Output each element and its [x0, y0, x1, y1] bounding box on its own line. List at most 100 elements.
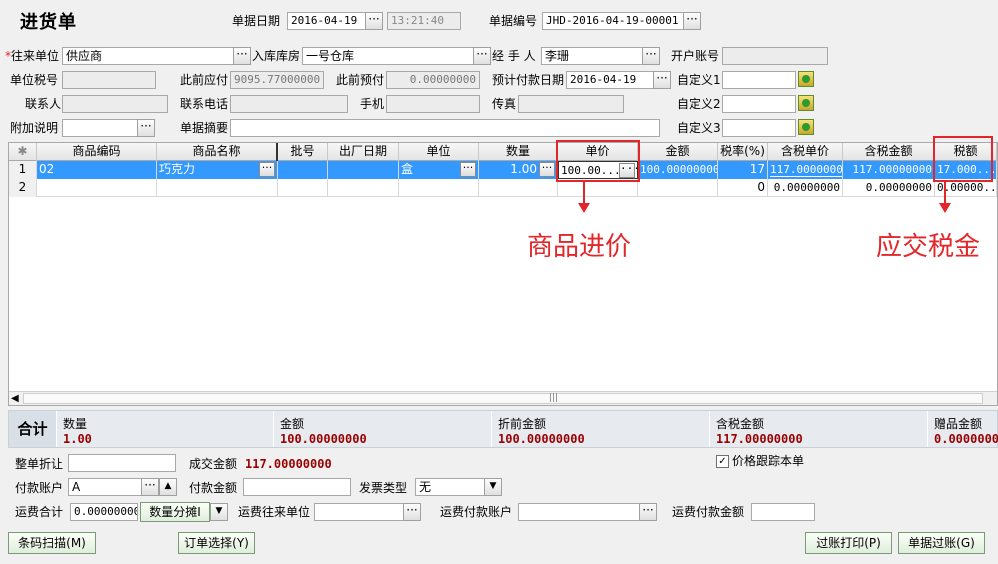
scroll-left-arrow-icon[interactable]: ◀: [11, 392, 19, 405]
custom3-picker-icon[interactable]: [798, 119, 814, 135]
date-field[interactable]: 2016-04-19: [287, 12, 367, 30]
fax-field: [518, 95, 624, 113]
post-print-button[interactable]: 过账打印(P): [805, 532, 892, 554]
col-header-amount[interactable]: 金额: [638, 143, 718, 161]
horizontal-scrollbar[interactable]: ◀ |||: [9, 391, 997, 405]
freight-pay-amount-label: 运费付款金额: [672, 505, 745, 519]
docno-field[interactable]: JHD-2016-04-19-00001: [542, 12, 684, 30]
table-row[interactable]: 1 02 巧克力 ··· 盒 ··· 1.00 ··· 100.00... ··· 10…: [9, 161, 997, 179]
cell-mfg-date[interactable]: [328, 179, 399, 197]
freight-unit-button[interactable]: ···: [403, 503, 421, 521]
scroll-thumb[interactable]: [23, 393, 983, 404]
freight-pay-account-button[interactable]: ···: [639, 503, 657, 521]
pay-date-label: 预计付款日期: [492, 73, 565, 87]
summary-label: 单据摘要: [180, 121, 229, 135]
discount-field[interactable]: [68, 454, 176, 472]
supplier-label-text: 往来单位: [11, 49, 60, 63]
table-row[interactable]: 2 0 0.00000000 0.00000000 0.00000...: [9, 179, 997, 197]
cell-amount[interactable]: 100.00000000: [638, 161, 718, 179]
order-select-button[interactable]: 订单选择(Y): [178, 532, 255, 554]
note-button[interactable]: ···: [137, 119, 155, 137]
cell-code[interactable]: [37, 179, 157, 197]
col-header-name[interactable]: 商品名称: [157, 143, 278, 161]
post-button[interactable]: 单据过账(G): [898, 532, 985, 554]
price-arrow-line: [583, 182, 585, 204]
freight-field[interactable]: 0.00000000: [70, 503, 138, 521]
cell-unit[interactable]: [399, 179, 479, 197]
col-header-qty[interactable]: 数量: [479, 143, 558, 161]
total-qty-value: 1.00: [63, 432, 92, 446]
col-header-tax-rate[interactable]: 税率(%): [718, 143, 768, 161]
pay-account-button[interactable]: ···: [141, 478, 159, 496]
cell-batch[interactable]: [278, 161, 328, 179]
cell-name[interactable]: 巧克力 ···: [157, 161, 278, 179]
col-header-unit[interactable]: 单位: [399, 143, 479, 161]
handler-button[interactable]: ···: [642, 47, 660, 65]
freight-pay-amount-field[interactable]: [751, 503, 815, 521]
cell-mfg-date[interactable]: [328, 161, 399, 179]
pay-account-up-icon[interactable]: ▲: [159, 478, 177, 496]
cell-code[interactable]: 02: [37, 161, 157, 179]
note-field[interactable]: [62, 119, 138, 137]
invoice-label: 发票类型: [359, 481, 408, 495]
total-pre-discount-label: 折前金额: [498, 417, 547, 431]
phone-field: [230, 95, 348, 113]
warehouse-field[interactable]: 一号仓库: [302, 47, 474, 65]
docno-button[interactable]: ···: [683, 12, 701, 30]
total-gift: 赠品金额 0.00000000: [928, 411, 998, 447]
handler-field[interactable]: 李珊: [541, 47, 643, 65]
tax-annotation: 应交税金: [876, 232, 981, 262]
col-header-tax-price[interactable]: 含税单价: [768, 143, 843, 161]
cell-tax-amount[interactable]: 117.00000000: [843, 161, 935, 179]
custom2-picker-icon[interactable]: [798, 95, 814, 111]
cell-tax-rate[interactable]: 17: [718, 161, 768, 179]
pay-account-field[interactable]: A: [68, 478, 142, 496]
cell-tax-price[interactable]: 0.00000000: [768, 179, 843, 197]
freight-pay-account-field[interactable]: [518, 503, 640, 521]
time-field: 13:21:40: [387, 12, 461, 30]
product-grid[interactable]: ✱ 商品编码 商品名称 批号 出厂日期 单位 数量 单价 金额 税率(%) 含税…: [8, 142, 998, 406]
total-tax-amount-value: 117.00000000: [716, 432, 803, 446]
barcode-scan-button[interactable]: 条码扫描(M): [8, 532, 96, 554]
custom1-picker-icon[interactable]: [798, 71, 814, 87]
qty-picker-button[interactable]: ···: [539, 162, 555, 177]
cell-tax-rate[interactable]: 0: [718, 179, 768, 197]
cell-qty[interactable]: [479, 179, 558, 197]
supplier-field[interactable]: 供应商: [62, 47, 234, 65]
pay-amount-field[interactable]: [243, 478, 351, 496]
cell-qty[interactable]: 1.00 ···: [479, 161, 558, 179]
prev-payable-label: 此前应付: [180, 73, 229, 87]
supplier-button[interactable]: ···: [233, 47, 251, 65]
account-label: 开户账号: [671, 49, 720, 63]
col-header-mfg-date[interactable]: 出厂日期: [328, 143, 399, 161]
cell-tax-price[interactable]: 117.00000000: [768, 161, 843, 179]
split-dropdown-icon[interactable]: ▼: [210, 503, 228, 521]
cell-amount[interactable]: [638, 179, 718, 197]
freight-label: 运费合计: [15, 505, 64, 519]
freight-unit-field[interactable]: [314, 503, 404, 521]
row-number: 1: [9, 161, 37, 179]
split-button[interactable]: 数量分摊I: [140, 502, 210, 522]
name-picker-button[interactable]: ···: [259, 162, 275, 177]
custom3-field[interactable]: [722, 119, 796, 137]
pay-date-field[interactable]: 2016-04-19: [566, 71, 654, 89]
cell-tax-amount[interactable]: 0.00000000: [843, 179, 935, 197]
col-header-batch[interactable]: 批号: [278, 143, 328, 161]
col-header-tax-amount[interactable]: 含税金额: [843, 143, 935, 161]
cell-name[interactable]: [157, 179, 278, 197]
summary-field[interactable]: [230, 119, 660, 137]
custom1-field[interactable]: [722, 71, 796, 89]
unit-picker-button[interactable]: ···: [460, 162, 476, 177]
price-track-checkbox[interactable]: ✓: [716, 455, 729, 468]
cell-unit[interactable]: 盒 ···: [399, 161, 479, 179]
col-header-code[interactable]: 商品编码: [37, 143, 157, 161]
pay-date-button[interactable]: ···: [653, 71, 671, 89]
custom2-field[interactable]: [722, 95, 796, 113]
warehouse-button[interactable]: ···: [473, 47, 491, 65]
invoice-dropdown-icon[interactable]: ▼: [484, 478, 502, 496]
invoice-select[interactable]: 无: [415, 478, 485, 496]
date-picker-button[interactable]: ···: [365, 12, 383, 30]
cell-tax-price-text: 117.00000000: [770, 163, 842, 177]
cell-batch[interactable]: [278, 179, 328, 197]
contact-label: 联系人: [25, 97, 62, 111]
